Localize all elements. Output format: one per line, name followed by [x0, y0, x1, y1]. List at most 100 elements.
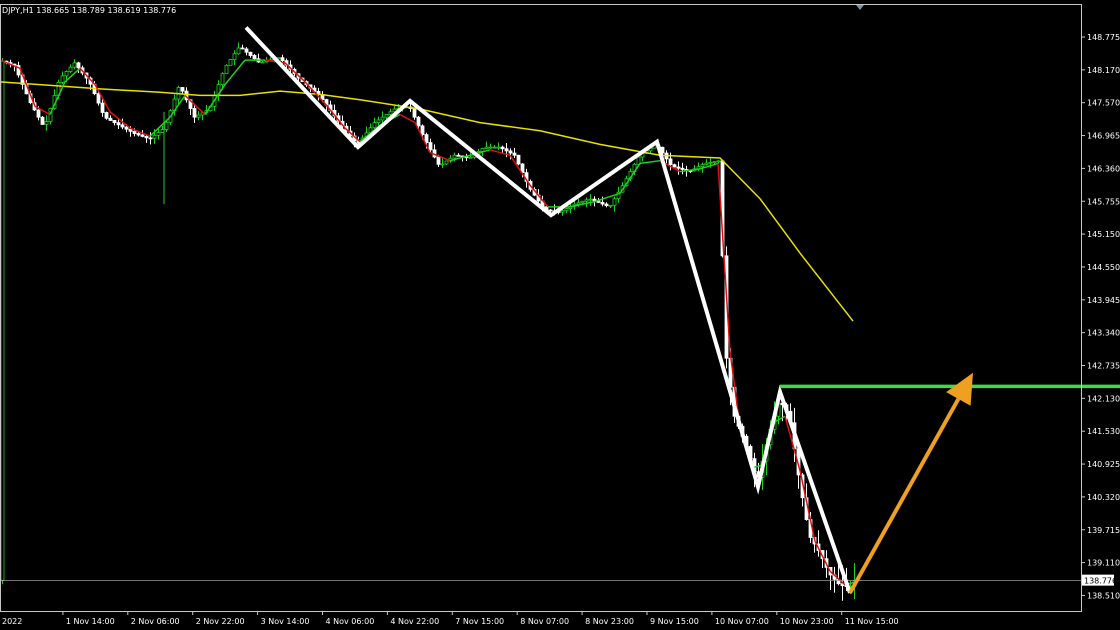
candle-body [488, 146, 493, 149]
candle-body [40, 116, 45, 125]
candle-body [712, 161, 717, 163]
candle-body [68, 66, 73, 72]
candle-body [444, 160, 449, 165]
x-tick-label: 2022 [2, 617, 22, 626]
candle-body [384, 114, 389, 118]
y-tick-label: 145.755 [1087, 197, 1120, 206]
candle-body [672, 164, 677, 168]
candle-body [496, 146, 501, 149]
candle-body [220, 73, 225, 85]
candle-body [584, 199, 589, 202]
candle-body [0, 60, 5, 581]
candle-body [228, 59, 233, 66]
candle-body [420, 125, 425, 135]
y-tick-label: 142.735 [1087, 362, 1120, 371]
candle-body [380, 116, 385, 121]
y-tick-label: 146.360 [1087, 164, 1120, 173]
candle-body [96, 93, 101, 104]
candle-body [44, 121, 49, 125]
symbol-info-label: DJPY,H1 138.665 138.789 138.619 138.776 [2, 6, 176, 15]
candle-body [416, 116, 421, 127]
candle-body [484, 146, 489, 149]
candle-body [76, 62, 81, 69]
candle-body [60, 75, 65, 83]
candle-body [504, 148, 509, 152]
candle-body [700, 164, 705, 168]
candle-body [452, 154, 457, 159]
x-tick-label: 8 Nov 23:00 [585, 617, 634, 626]
candle-body [424, 134, 429, 143]
x-tick-label: 3 Nov 14:00 [261, 617, 310, 626]
candle-body [560, 210, 565, 213]
candle-body [576, 202, 581, 205]
candle-body [152, 134, 157, 139]
candle-body [564, 208, 569, 212]
price-chart[interactable]: 148.775 148.170 147.570 146.965 146.360 145.7… [0, 0, 1120, 630]
y-tick-label: 141.530 [1087, 427, 1120, 436]
y-tick-label: 139.715 [1087, 526, 1120, 535]
x-tick-label: 2 Nov 06:00 [131, 617, 180, 626]
candle-body [516, 154, 521, 165]
candle-body [120, 124, 125, 128]
candle-body [180, 87, 185, 92]
y-tick-label: 143.340 [1087, 329, 1120, 338]
candle-body [156, 132, 161, 136]
candle-body [668, 158, 673, 166]
candle-body [244, 48, 249, 53]
x-tick-label: 4 Nov 06:00 [326, 617, 375, 626]
candle-body [232, 53, 237, 60]
y-tick-label: 140.320 [1087, 493, 1120, 502]
candle-body [376, 119, 381, 124]
candle-body [580, 200, 585, 204]
candle-body [704, 162, 709, 165]
candle-body [608, 204, 613, 207]
y-tick-label: 140.925 [1087, 460, 1120, 469]
candle-body [468, 156, 473, 159]
candle-body [412, 108, 417, 118]
candle-body [36, 109, 41, 118]
x-tick-label: 4 Nov 22:00 [390, 617, 439, 626]
y-tick-label: 138.510 [1087, 591, 1120, 600]
x-tick-label: 2 Nov 22:00 [196, 617, 245, 626]
candle-body [440, 163, 445, 166]
candle-body [108, 117, 113, 121]
candle-body [708, 161, 713, 164]
y-tick-label: 146.965 [1087, 132, 1120, 141]
candle-body [492, 146, 497, 149]
y-tick-label: 145.150 [1087, 230, 1120, 239]
candle-body [64, 71, 69, 77]
candle-body [428, 142, 433, 151]
candle-body [600, 202, 605, 205]
candle-body [132, 130, 137, 134]
x-tick-label: 11 Nov 15:00 [845, 617, 899, 626]
candle-body [164, 121, 169, 130]
candle-body [604, 203, 609, 207]
candle-body [196, 114, 201, 118]
x-tick-label: 1 Nov 14:00 [66, 617, 115, 626]
candle-body [260, 61, 265, 64]
x-tick-label: 9 Nov 15:00 [650, 617, 699, 626]
y-tick-label: 139.110 [1087, 559, 1120, 568]
candle-body [116, 122, 121, 126]
chart-background [0, 0, 1120, 630]
y-tick-label: 144.550 [1087, 263, 1120, 272]
candle-body [124, 126, 129, 130]
candle-body [280, 57, 285, 62]
candle-body [372, 122, 377, 129]
candle-body [240, 47, 245, 50]
y-tick-label: 148.775 [1087, 33, 1120, 42]
candle-body [508, 150, 513, 154]
candle-body [104, 112, 109, 119]
candle-body [716, 160, 721, 163]
x-tick-label: 7 Nov 15:00 [455, 617, 504, 626]
candle-body [236, 47, 241, 55]
y-tick-label: 147.570 [1087, 99, 1120, 108]
candle-body [148, 137, 153, 140]
x-tick-label: 10 Nov 23:00 [780, 617, 834, 626]
candle-body [252, 55, 257, 60]
candle-body [136, 133, 141, 136]
candle-body [680, 167, 685, 170]
candle-body [224, 64, 229, 75]
candle-body [548, 209, 553, 212]
candle-body [248, 51, 253, 56]
